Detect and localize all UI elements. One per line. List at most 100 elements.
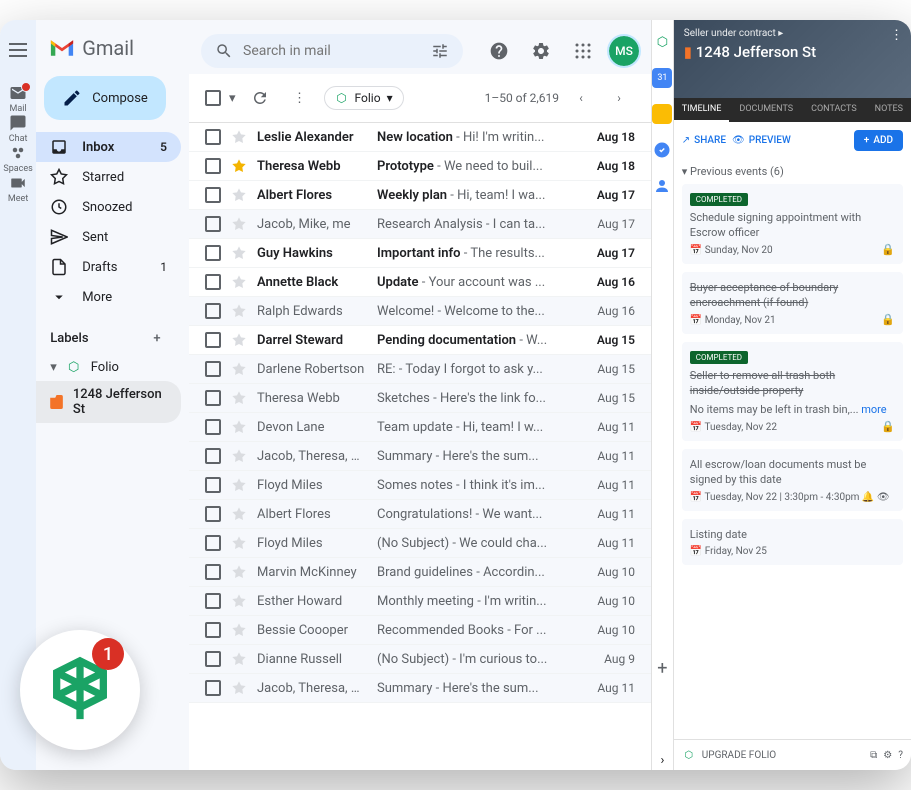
apps-icon[interactable]	[567, 35, 599, 67]
settings-icon[interactable]	[525, 35, 557, 67]
tab-timeline[interactable]: TIMELINE	[674, 98, 730, 122]
email-row[interactable]: Ralph EdwardsWelcome! - Welcome to the..…	[189, 297, 651, 326]
email-row[interactable]: Darlene RobertsonRE: - Today I forgot to…	[189, 355, 651, 384]
event-card[interactable]: COMPLETEDSeller to remove all trash both…	[682, 342, 903, 441]
select-dropdown[interactable]: ▾	[229, 91, 236, 106]
email-row[interactable]: Guy HawkinsImportant info - The results.…	[189, 239, 651, 268]
email-row[interactable]: Jacob, Theresa, meSummary - Here's the s…	[189, 442, 651, 471]
add-label-button[interactable]: +	[147, 328, 167, 348]
folio-filter[interactable]: ⬡ Folio ▾	[324, 86, 404, 110]
menu-button[interactable]	[2, 34, 34, 66]
tab-documents[interactable]: DOCUMENTS	[731, 98, 801, 122]
star-icon[interactable]	[231, 274, 247, 290]
star-icon[interactable]	[231, 245, 247, 261]
select-all-checkbox[interactable]	[205, 90, 221, 106]
rail-chat[interactable]: Chat	[3, 114, 32, 144]
help-icon[interactable]: ?	[898, 750, 903, 761]
compose-button[interactable]: Compose	[44, 76, 166, 120]
event-card[interactable]: Buyer acceptance of boundary encroachmen…	[682, 272, 903, 334]
panel-menu[interactable]: ⋮	[890, 28, 903, 43]
rail-spaces[interactable]: Spaces	[3, 144, 32, 174]
email-row[interactable]: Theresa WebbSketches - Here's the link f…	[189, 384, 651, 413]
star-icon[interactable]	[231, 651, 247, 667]
star-icon[interactable]	[231, 129, 247, 145]
email-row[interactable]: Albert FloresCongratulations! - We want.…	[189, 500, 651, 529]
email-checkbox[interactable]	[205, 245, 221, 261]
star-icon[interactable]	[231, 506, 247, 522]
preview-button[interactable]: 👁 PREVIEW	[732, 135, 791, 146]
star-icon[interactable]	[231, 158, 247, 174]
nav-drafts[interactable]: Drafts1	[36, 252, 181, 282]
calendar-rail-icon[interactable]: 31	[652, 68, 672, 88]
email-checkbox[interactable]	[205, 506, 221, 522]
star-icon[interactable]	[231, 390, 247, 406]
email-checkbox[interactable]	[205, 390, 221, 406]
star-icon[interactable]	[231, 303, 247, 319]
gear-icon[interactable]: ⚙	[883, 750, 892, 761]
tasks-rail-icon[interactable]	[652, 140, 672, 160]
email-checkbox[interactable]	[205, 158, 221, 174]
star-icon[interactable]	[231, 361, 247, 377]
email-checkbox[interactable]	[205, 593, 221, 609]
tune-icon[interactable]	[431, 42, 449, 60]
email-checkbox[interactable]	[205, 274, 221, 290]
email-checkbox[interactable]	[205, 187, 221, 203]
email-row[interactable]: Esther HowardMonthly meeting - I'm writi…	[189, 587, 651, 616]
tab-contacts[interactable]: CONTACTS	[803, 98, 865, 122]
add-rail-icon[interactable]: +	[652, 658, 672, 678]
email-checkbox[interactable]	[205, 622, 221, 638]
prev-page[interactable]: ‹	[565, 82, 597, 114]
email-checkbox[interactable]	[205, 564, 221, 580]
event-card[interactable]: All escrow/loan documents must be signed…	[682, 449, 903, 511]
label-item[interactable]: 1248 Jefferson St	[36, 381, 181, 423]
rail-mail[interactable]: Mail	[3, 84, 32, 114]
email-row[interactable]: Dianne Russell(No Subject) - I'm curious…	[189, 645, 651, 674]
folio-rail-icon[interactable]: ⬡	[652, 32, 672, 52]
upgrade-link[interactable]: UPGRADE FOLIO	[702, 750, 776, 761]
tab-notes[interactable]: NOTES	[867, 98, 911, 122]
email-checkbox[interactable]	[205, 680, 221, 696]
email-row[interactable]: Annette BlackUpdate - Your account was .…	[189, 268, 651, 297]
email-row[interactable]: Floyd Miles(No Subject) - We could cha..…	[189, 529, 651, 558]
contacts-rail-icon[interactable]	[652, 176, 672, 196]
next-page[interactable]: ›	[603, 82, 635, 114]
star-icon[interactable]	[231, 477, 247, 493]
email-checkbox[interactable]	[205, 216, 221, 232]
email-checkbox[interactable]	[205, 419, 221, 435]
email-row[interactable]: Leslie AlexanderNew location - Hi! I'm w…	[189, 123, 651, 152]
label-item[interactable]: ▾ ⬡Folio	[36, 354, 181, 381]
email-checkbox[interactable]	[205, 129, 221, 145]
search-bar[interactable]	[201, 34, 463, 68]
nav-more[interactable]: More	[36, 282, 181, 312]
email-checkbox[interactable]	[205, 332, 221, 348]
email-checkbox[interactable]	[205, 651, 221, 667]
event-card[interactable]: COMPLETEDSchedule signing appointment wi…	[682, 184, 903, 264]
collapse-rail-icon[interactable]: ›	[652, 750, 672, 770]
event-card[interactable]: Listing date📅 Friday, Nov 25	[682, 519, 903, 565]
star-icon[interactable]	[231, 680, 247, 696]
email-row[interactable]: Theresa WebbPrototype - We need to buil.…	[189, 152, 651, 181]
email-row[interactable]: Jacob, Theresa, meSummary - Here's the s…	[189, 674, 651, 703]
copy-icon[interactable]: ⧉	[870, 750, 877, 761]
previous-events-toggle[interactable]: ▾ Previous events (6)	[682, 159, 903, 184]
email-row[interactable]: Floyd MilesSomes notes - I think it's im…	[189, 471, 651, 500]
email-row[interactable]: Marvin McKinneyBrand guidelines - Accord…	[189, 558, 651, 587]
star-icon[interactable]	[231, 419, 247, 435]
nav-starred[interactable]: Starred	[36, 162, 181, 192]
add-button[interactable]: + ADD	[854, 130, 903, 151]
avatar[interactable]: MS	[609, 36, 639, 66]
email-row[interactable]: Jacob, Mike, meResearch Analysis - I can…	[189, 210, 651, 239]
star-icon[interactable]	[231, 564, 247, 580]
star-icon[interactable]	[231, 187, 247, 203]
email-checkbox[interactable]	[205, 535, 221, 551]
star-icon[interactable]	[231, 448, 247, 464]
keep-rail-icon[interactable]	[652, 104, 672, 124]
rail-meet[interactable]: Meet	[3, 174, 32, 204]
email-checkbox[interactable]	[205, 303, 221, 319]
email-row[interactable]: Bessie CoooperRecommended Books - For ..…	[189, 616, 651, 645]
email-checkbox[interactable]	[205, 477, 221, 493]
star-icon[interactable]	[231, 216, 247, 232]
folio-float-badge[interactable]: 1	[20, 630, 140, 750]
email-checkbox[interactable]	[205, 448, 221, 464]
share-button[interactable]: ↗ SHARE	[682, 135, 726, 146]
